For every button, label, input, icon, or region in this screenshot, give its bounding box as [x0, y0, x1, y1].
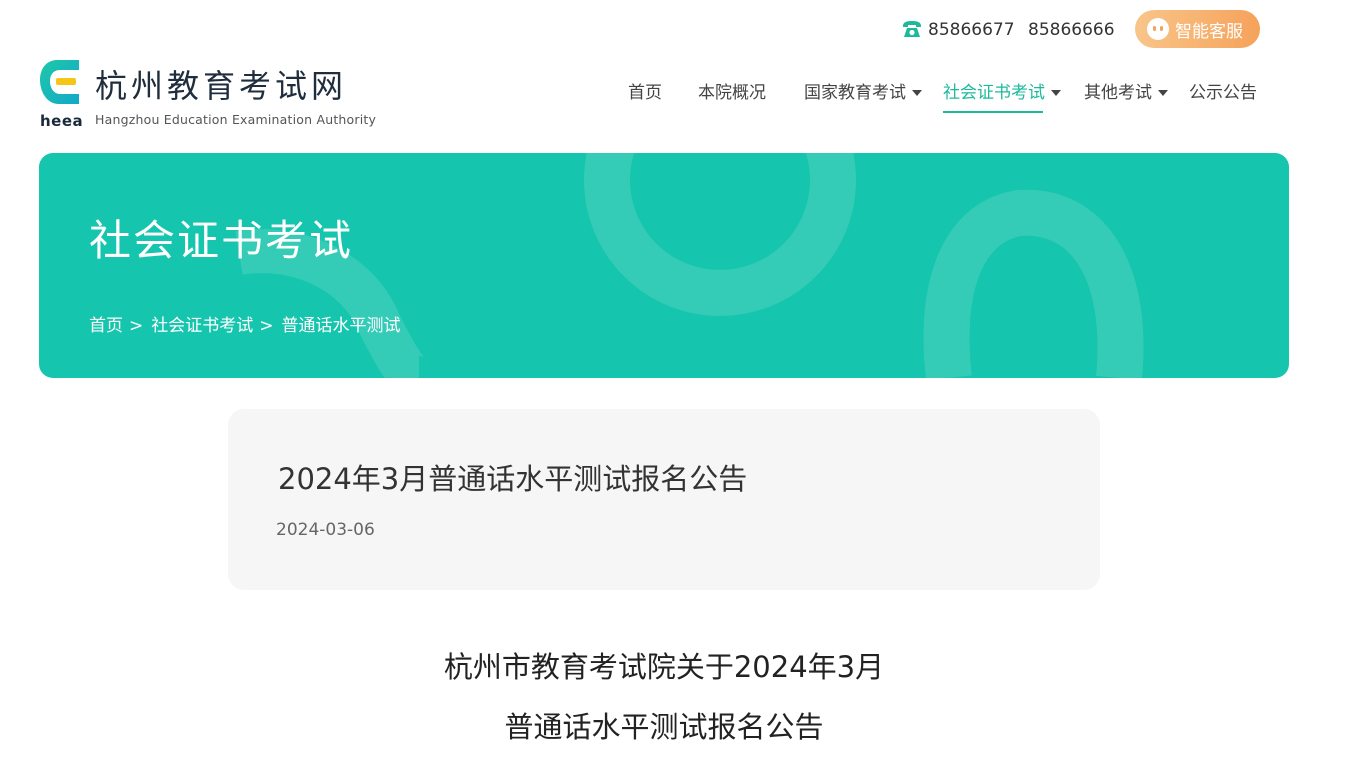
nav-item-national-exams[interactable]: 国家教育考试: [804, 82, 922, 104]
caret-down-icon: [1158, 90, 1168, 96]
nav-item-social-certificate-exams[interactable]: 社会证书考试: [943, 82, 1061, 113]
nav-item-about[interactable]: 本院概况: [698, 82, 766, 104]
nav-item-home[interactable]: 首页: [628, 82, 662, 104]
article-title: 2024年3月普通话水平测试报名公告: [278, 462, 748, 496]
breadcrumb-current[interactable]: 普通话水平测试: [282, 316, 401, 336]
robot-icon: [1147, 18, 1169, 40]
nav-item-label: 国家教育考试: [804, 83, 906, 103]
caret-down-icon: [912, 90, 922, 96]
phone-number-2: 85866666: [1028, 20, 1115, 40]
phone-number-1: 85866677: [928, 20, 1015, 40]
section-banner: 社会证书考试 首页 > 社会证书考试 > 普通话水平测试: [39, 153, 1289, 378]
nav-item-announcements[interactable]: 公示公告: [1189, 82, 1257, 104]
nav-item-label: 其他考试: [1084, 83, 1152, 103]
breadcrumb-separator: >: [259, 316, 274, 336]
breadcrumb-home[interactable]: 首页: [89, 316, 123, 336]
top-contact-bar: 85866677 85866666 智能客服: [0, 10, 1371, 50]
main-navigation: 首页 本院概况 国家教育考试 社会证书考试 其他考试 公示公告: [0, 82, 1371, 116]
nav-item-label: 首页: [628, 83, 662, 103]
banner-decoration: [235, 153, 1144, 378]
article-heading-line-1: 杭州市教育考试院关于2024年3月: [443, 650, 885, 684]
banner-title: 社会证书考试: [89, 216, 354, 265]
nav-item-other-exams[interactable]: 其他考试: [1084, 82, 1168, 104]
nav-item-label: 公示公告: [1189, 83, 1257, 103]
nav-item-label: 社会证书考试: [943, 83, 1045, 103]
nav-item-label: 本院概况: [698, 83, 766, 103]
breadcrumb: 首页 > 社会证书考试 > 普通话水平测试: [89, 315, 401, 337]
article-header-card: 2024年3月普通话水平测试报名公告 2024-03-06: [228, 409, 1100, 590]
caret-down-icon: [1051, 90, 1061, 96]
article-date: 2024-03-06: [276, 520, 375, 540]
smart-service-label: 智能客服: [1175, 21, 1243, 42]
article-heading-line-2: 普通话水平测试报名公告: [504, 710, 824, 744]
breadcrumb-section[interactable]: 社会证书考试: [151, 316, 253, 336]
phone-icon: [903, 21, 921, 37]
breadcrumb-separator: >: [129, 316, 144, 336]
smart-service-button[interactable]: 智能客服: [1135, 10, 1260, 48]
